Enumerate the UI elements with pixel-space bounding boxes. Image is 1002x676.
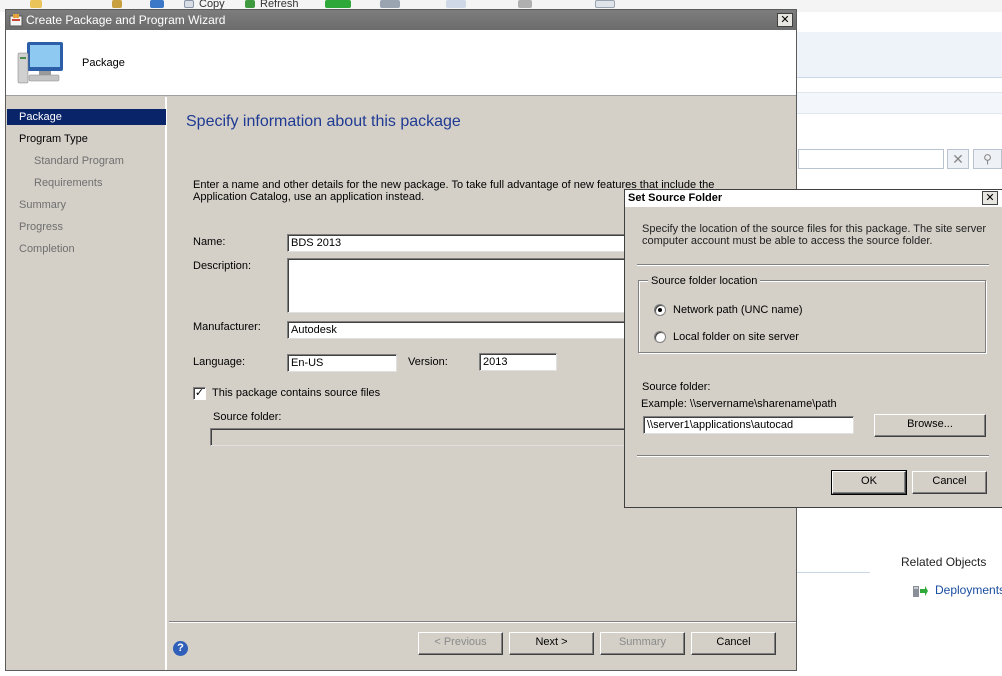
ok-button[interactable]: OK [831,470,907,495]
page-title: Specify information about this package [186,113,461,130]
source-folder-location-label: Source folder location [648,275,761,287]
source-folder-field[interactable] [210,428,630,446]
browse-button[interactable]: Browse... [874,414,986,437]
green-arrow-icon [325,0,351,8]
source-files-checkbox-label: This package contains source files [212,387,381,399]
dialog-titlebar[interactable]: Set Source Folder ✕ [625,190,1002,208]
manufacturer-label: Manufacturer: [193,321,261,333]
name-label: Name: [193,236,226,248]
description-field[interactable] [287,258,627,313]
divider [796,572,870,573]
version-field[interactable]: 2013 [479,353,557,371]
language-field[interactable]: En-US [287,354,397,372]
language-label: Language: [193,356,245,368]
source-folder-label: Source folder: [213,411,282,423]
radio-selected-dot [658,308,662,312]
properties-icon [595,0,615,8]
document-icon [446,0,466,8]
set-source-folder-dialog: Set Source Folder ✕ Specify the location… [624,189,1002,508]
background-panel [796,12,1002,32]
nav-step-summary: Summary [19,199,67,211]
dialog-title: Set Source Folder [628,192,723,204]
cancel-button[interactable]: Cancel [691,632,776,655]
wizard-close-button[interactable]: ✕ [777,13,793,27]
network-path-radio[interactable] [654,304,666,316]
lock-icon [518,0,532,8]
local-folder-radio-label: Local folder on site server [673,331,799,343]
server-icon [380,0,400,8]
source-folder-example: Example: \\servername\sharename\path [641,398,837,410]
nav-step-program-type[interactable]: Program Type [19,131,88,147]
nav-step-standard-program: Standard Program [34,155,124,167]
deployments-link[interactable]: Deployments [935,583,1002,597]
source-files-checkbox[interactable]: ✓ [193,387,206,400]
nav-step-requirements: Requirements [34,177,103,189]
wizard-title: Create Package and Program Wizard [26,13,226,27]
computer-icon [17,42,63,84]
manufacturer-field[interactable]: Autodesk [287,321,627,339]
version-label: Version: [408,356,448,368]
background-search-input[interactable] [798,149,944,169]
next-button[interactable]: Next > [509,632,594,655]
nav-step-completion: Completion [19,243,75,255]
footer-divider [169,621,796,623]
dialog-cancel-button[interactable]: Cancel [912,471,987,494]
wizard-header: Package [6,30,796,96]
network-path-radio-label: Network path (UNC name) [673,304,803,316]
arrow-icon [150,0,164,8]
related-objects-title: Related Objects [901,555,987,569]
nav-step-package[interactable]: Package [7,109,166,125]
local-folder-radio[interactable] [654,331,666,343]
wizard-app-icon [9,14,23,27]
dialog-description: Specify the location of the source files… [642,223,987,247]
help-icon[interactable]: ? [173,641,188,656]
refresh-icon [245,0,255,8]
dialog-source-folder-input[interactable]: \\server1\applications\autocad [643,416,854,434]
previous-button[interactable]: < Previous [418,632,503,655]
search-icon[interactable]: ⚲ [973,149,1002,169]
dialog-separator [637,264,989,266]
wizard-header-label: Package [82,57,125,69]
wizard-titlebar[interactable]: Create Package and Program Wizard ✕ [6,10,796,30]
dialog-close-button[interactable]: ✕ [982,191,998,205]
pencil-icon [112,0,122,8]
wizard-step-nav: Package Program Type Standard Program Re… [6,97,167,670]
dialog-source-folder-label: Source folder: [642,381,711,393]
summary-button[interactable]: Summary [600,632,685,655]
background-panel-strip [796,92,1002,114]
copy-icon [184,0,194,8]
background-panel-header [796,32,1002,78]
description-label: Description: [193,260,252,272]
deployments-icon [913,586,928,597]
home-icon [30,0,42,8]
dialog-separator-bottom [637,455,989,457]
clear-search-icon[interactable]: ✕ [947,149,969,169]
name-field[interactable]: BDS 2013 [287,234,627,252]
nav-step-progress: Progress [19,221,64,233]
